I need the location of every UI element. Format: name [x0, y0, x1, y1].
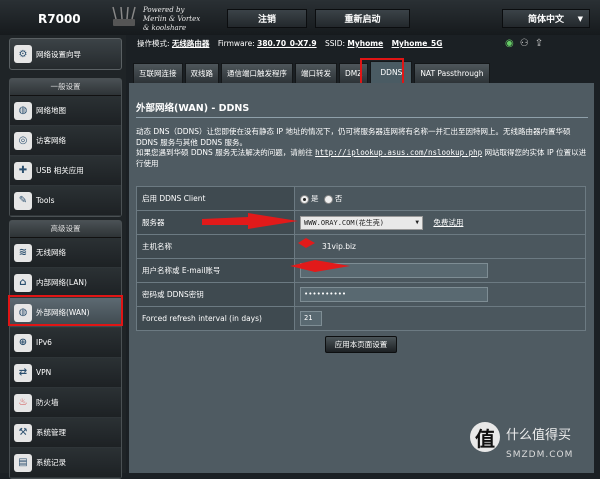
iplookup-link[interactable]: http://iplookup.asus.com/nslookup.php	[315, 148, 482, 157]
sidebar-item-wireless[interactable]: ≋ 无线网络	[10, 238, 121, 268]
ssid-24g-link[interactable]: Myhome	[347, 39, 383, 48]
ipv6-icon: ⊕	[14, 333, 32, 352]
fire-icon: ♨	[14, 393, 32, 412]
usb-icon[interactable]: ⇪	[535, 38, 549, 49]
router-model: R7000	[38, 12, 81, 26]
wrench-icon: ✎	[14, 191, 32, 210]
username-redaction	[290, 260, 350, 272]
language-select[interactable]: 简体中文 ▼	[502, 9, 590, 28]
watermark-logo-icon: 值	[470, 422, 500, 452]
advanced-settings-section: 高级设置 ≋ 无线网络 ⌂ 内部网络(LAN) ◍ 外部网络(WAN) ⊕ IPv6 ⇄…	[9, 220, 122, 479]
password-input[interactable]: ••••••••••	[300, 287, 488, 302]
status-line: 操作模式: 无线路由器 Firmware: 380.70_0-X7.9 SSID…	[137, 39, 443, 48]
sidebar-item-usb[interactable]: ✚ USB 相关应用	[10, 156, 121, 186]
section-title: 高级设置	[10, 221, 121, 238]
tab-internet-connection[interactable]: 互联网连接	[133, 63, 183, 83]
sidebar-item-lan[interactable]: ⌂ 内部网络(LAN)	[10, 268, 121, 298]
title-divider	[136, 117, 588, 118]
page-description: 动态 DNS（DDNS）让您即使在没有静态 IP 地址的情况下，仍可将服务器连网…	[136, 127, 587, 168]
log-icon: ▤	[14, 453, 32, 472]
router-logo-icon	[112, 6, 136, 26]
wifi-icon[interactable]: ◉	[505, 38, 520, 49]
ssid-5g-link[interactable]: Myhome_5G	[392, 39, 443, 48]
sidebar-item-guest-network[interactable]: ◎ 访客网络	[10, 126, 121, 156]
tab-nat-passthrough[interactable]: NAT Passthrough	[414, 63, 490, 83]
firmware-version-link[interactable]: 380.70_0-X7.9	[257, 39, 316, 48]
logout-button[interactable]: 注销	[227, 9, 307, 28]
puzzle-icon: ✚	[14, 161, 32, 180]
reboot-button[interactable]: 重新启动	[315, 9, 410, 28]
admin-icon: ⚒	[14, 423, 32, 442]
row-password: 密码或 DDNS密钥 ••••••••••	[136, 282, 586, 307]
globe-icon: ◍	[14, 101, 32, 120]
sidebar-item-network-map[interactable]: ◍ 网络地图	[10, 96, 121, 126]
wan-highlight-box	[8, 295, 123, 326]
setup-wizard-icon: ⚙	[14, 45, 32, 63]
refresh-interval-input[interactable]: 21	[300, 311, 322, 326]
tab-virtual-server[interactable]: 端口转发	[295, 63, 337, 83]
sidebar-item-firewall[interactable]: ♨ 防火墙	[10, 388, 121, 418]
site-watermark: 值 什么值得买 SMZDM.COM	[470, 422, 595, 468]
sidebar-item-ipv6[interactable]: ⊕ IPv6	[10, 328, 121, 358]
apply-settings-button[interactable]: 应用本页面设置	[325, 336, 397, 353]
tab-dual-wan[interactable]: 双线路	[184, 63, 219, 83]
firmware-tagline: Powered by Merlin & Vortex & koolshare	[143, 6, 201, 32]
status-icons: ◉⚇⇪	[505, 38, 549, 49]
wireless-icon: ≋	[14, 243, 32, 262]
section-title: 一般设置	[10, 79, 121, 96]
tab-bar: 互联网连接 双线路 通信端口触发程序 端口转发 DMZ DDNS NAT Pas…	[133, 61, 490, 83]
ddns-yes-radio[interactable]	[300, 194, 309, 204]
vpn-icon: ⇄	[14, 363, 32, 382]
ddns-no-radio[interactable]	[323, 194, 333, 204]
arrow-to-server	[202, 213, 298, 229]
quick-setup-button[interactable]: ⚙ 网络设置向导	[9, 38, 122, 70]
sidebar-item-vpn[interactable]: ⇄ VPN	[10, 358, 121, 388]
sidebar-item-tools[interactable]: ✎ Tools	[10, 186, 121, 216]
network-icon[interactable]: ⚇	[520, 38, 535, 49]
free-trial-link[interactable]: 免费试用	[433, 218, 463, 227]
row-refresh-interval: Forced refresh interval (in days) 21	[136, 306, 586, 331]
general-settings-section: 一般设置 ◍ 网络地图 ◎ 访客网络 ✚ USB 相关应用 ✎ Tools	[9, 78, 122, 217]
password-label: 密码或 DDNS密钥	[136, 282, 295, 307]
tab-port-trigger[interactable]: 通信端口触发程序	[221, 63, 293, 83]
hostname-redaction	[298, 238, 315, 248]
sidebar-item-system-log[interactable]: ▤ 系统记录	[10, 448, 121, 478]
operation-mode-link[interactable]: 无线路由器	[172, 39, 210, 48]
annotation-arrows	[202, 213, 350, 272]
page-title: 外部网络(WAN) - DDNS	[136, 103, 250, 114]
refresh-interval-label: Forced refresh interval (in days)	[136, 306, 295, 331]
sidebar-item-administration[interactable]: ⚒ 系统管理	[10, 418, 121, 448]
guest-globe-icon: ◎	[14, 131, 32, 150]
chevron-down-icon: ▼	[577, 15, 583, 23]
home-icon: ⌂	[14, 273, 32, 292]
